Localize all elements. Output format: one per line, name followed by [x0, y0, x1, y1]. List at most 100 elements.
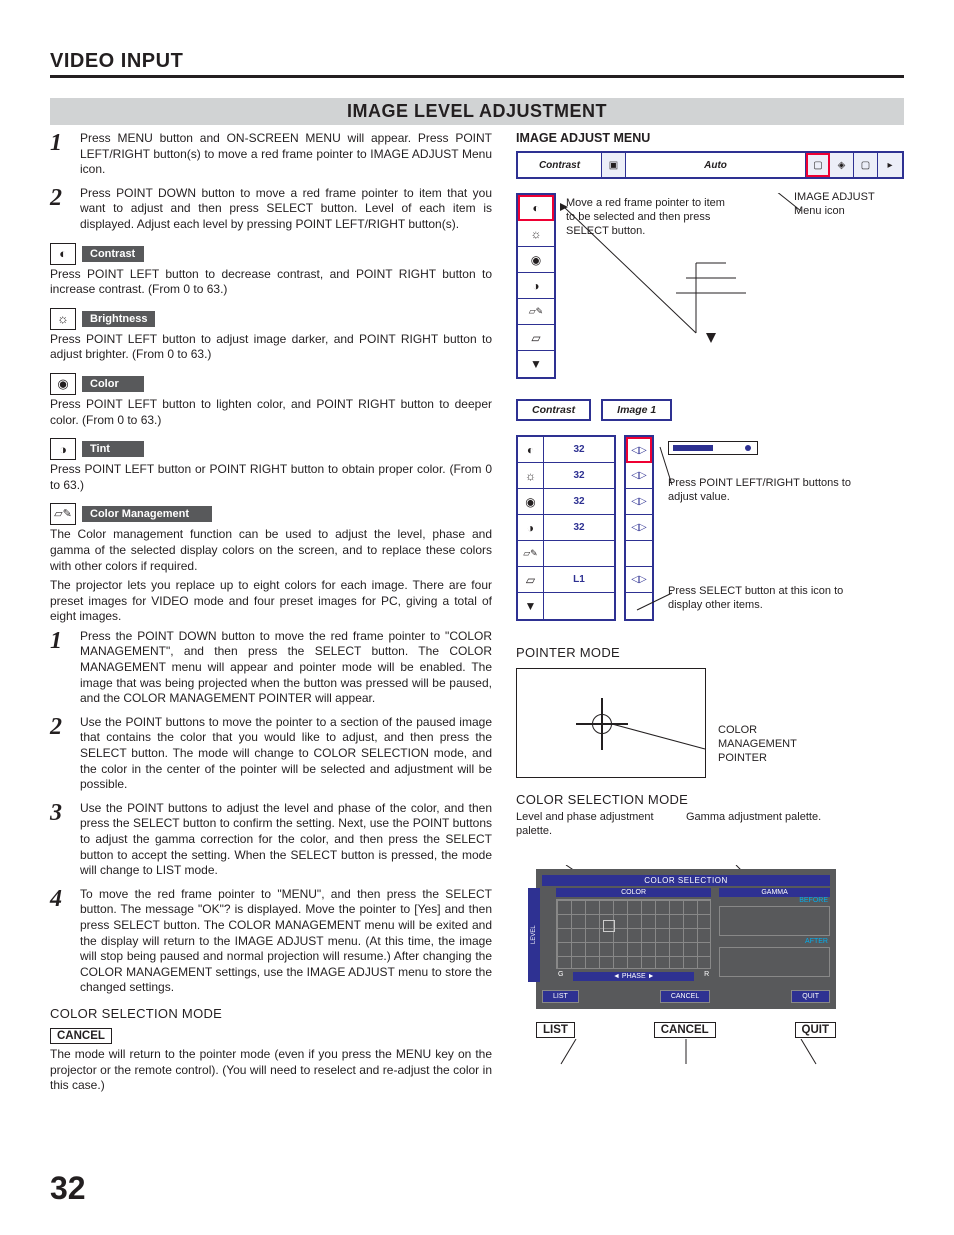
- param-label: Brightness: [82, 311, 155, 327]
- param-brightness: ☼ Brightness: [50, 308, 492, 330]
- param-desc: Press POINT LEFT button or POINT RIGHT b…: [50, 462, 492, 493]
- pointer-panel: [516, 668, 706, 778]
- param-desc: Press POINT LEFT button to lighten color…: [50, 397, 492, 428]
- param-contrast: ◐ Contrast: [50, 243, 492, 265]
- intro-step: 1 Press MENU button and ON-SCREEN MENU w…: [50, 131, 492, 178]
- param-color: ◉ Color: [50, 373, 492, 395]
- step-text: Press the POINT DOWN button to move the …: [80, 629, 492, 707]
- osd-row-down-icon: ▼: [518, 351, 554, 377]
- cs-level-axis: LEVEL: [528, 888, 540, 982]
- osd-row-cm-icon: ▱✎: [518, 299, 554, 325]
- cs-list-button[interactable]: LIST: [542, 990, 579, 1003]
- crosshair-icon: [582, 704, 622, 744]
- param-desc: Press POINT LEFT button to adjust image …: [50, 332, 492, 363]
- osd-row-contrast-icon: ◐: [518, 195, 554, 221]
- pointer-label: COLOR MANAGEMENT POINTER: [718, 664, 838, 765]
- tint-icon: ◑: [50, 438, 76, 460]
- color-management-icon: ▱✎: [50, 503, 76, 525]
- cs-color-label: COLOR: [556, 888, 711, 897]
- cancel-label-box: CANCEL: [50, 1028, 112, 1044]
- cs-before-swatch: [719, 906, 830, 936]
- brightness-icon: ☼: [50, 308, 76, 330]
- cm-step: 4 To move the red frame pointer to "MENU…: [50, 887, 492, 996]
- contrast-icon: ◐: [50, 243, 76, 265]
- note-select-other: Press SELECT button at this icon to disp…: [668, 585, 868, 613]
- cancel-label-box-right: CANCEL: [654, 1022, 716, 1038]
- step-number: 3: [50, 801, 70, 879]
- left-column: 1 Press MENU button and ON-SCREEN MENU w…: [50, 131, 492, 1098]
- param-label: Tint: [82, 441, 144, 457]
- cs-before-label: BEFORE: [719, 897, 830, 904]
- osd-row-tint-icon: ◑: [518, 273, 554, 299]
- step-number: 1: [50, 629, 70, 707]
- osd-adjust-panel: ◐32 ☼32 ◉32 ◑32 ▱✎ ▱L1 ▼: [516, 435, 616, 621]
- color-selection-mode-heading: COLOR SELECTION MODE: [516, 792, 904, 807]
- color-icon: ◉: [50, 373, 76, 395]
- adj-cm-icon: ▱✎: [518, 541, 544, 566]
- quit-label-box: QUIT: [795, 1022, 836, 1038]
- osd-row-brightness-icon: ☼: [518, 221, 554, 247]
- cs-cancel-button[interactable]: CANCEL: [660, 990, 710, 1003]
- cs-after-swatch: [719, 947, 830, 977]
- osd-screen-icon: ▣: [602, 153, 626, 177]
- page-number: 32: [50, 1170, 86, 1207]
- adj-val: 32: [544, 444, 614, 455]
- slider-indicator: [668, 441, 758, 455]
- intro-step: 2 Press POINT DOWN button to move a red …: [50, 186, 492, 233]
- osd-auto-tab: Auto: [626, 153, 806, 177]
- adj-brightness-icon: ☼: [518, 463, 544, 488]
- section-header: VIDEO INPUT: [50, 50, 904, 78]
- right-column: IMAGE ADJUST MENU Contrast ▣ Auto ▢ ◈ ▢ …: [516, 131, 904, 1098]
- osd-setting-icon: ◈: [830, 153, 854, 177]
- param-tint: ◑ Tint: [50, 438, 492, 460]
- step-number: 1: [50, 131, 70, 178]
- cm-step: 1 Press the POINT DOWN button to move th…: [50, 629, 492, 707]
- color-selection-panel: COLOR SELECTION COLOR LEVEL G ◄ PHASE ► …: [536, 869, 836, 1009]
- level-phase-label: Level and phase adjustment palette.: [516, 811, 656, 839]
- param-color-management: ▱✎ Color Management: [50, 503, 492, 525]
- osd-status-pair: Contrast Image 1: [516, 399, 904, 421]
- osd-row-auto-icon: ▱: [518, 325, 554, 351]
- adj-val: 32: [544, 470, 614, 481]
- cs-level-phase-grid: [556, 899, 711, 969]
- cm-step: 2 Use the POINT buttons to move the poin…: [50, 715, 492, 793]
- param-label: Color Management: [82, 506, 212, 522]
- step-text: To move the red frame pointer to "MENU",…: [80, 887, 492, 996]
- cs-phase-axis: ◄ PHASE ►: [573, 972, 694, 981]
- note-move-pointer: Move a red frame pointer to item to be s…: [566, 197, 726, 238]
- step-text: Press MENU button and ON-SCREEN MENU wil…: [80, 131, 492, 178]
- cs-r: R: [704, 971, 709, 982]
- osd-tag-contrast: Contrast: [516, 399, 591, 421]
- osd-item-column: ◐ ☼ ◉ ◑ ▱✎ ▱ ▼: [516, 193, 556, 379]
- list-label-box: LIST: [536, 1022, 575, 1038]
- cs-title: COLOR SELECTION: [542, 875, 830, 886]
- step-number: 2: [50, 715, 70, 793]
- cm-step: 3 Use the POINT buttons to adjust the le…: [50, 801, 492, 879]
- osd-row-color-icon: ◉: [518, 247, 554, 273]
- adj-auto-icon: ▱: [518, 567, 544, 592]
- adj-val: 32: [544, 496, 614, 507]
- adj-contrast-icon: ◐: [518, 437, 544, 462]
- cs-g: G: [558, 971, 563, 982]
- step-number: 4: [50, 887, 70, 996]
- param-desc: The projector lets you replace up to eig…: [50, 578, 492, 625]
- image-adjust-menu-title: IMAGE ADJUST MENU: [516, 131, 904, 145]
- adj-color-icon: ◉: [518, 489, 544, 514]
- note-adjust-value: Press POINT LEFT/RIGHT buttons to adjust…: [668, 477, 858, 505]
- osd-sound-icon: ▢: [854, 153, 878, 177]
- param-label: Color: [82, 376, 144, 392]
- cs-gamma-label: GAMMA: [719, 888, 830, 897]
- step-text: Use the POINT buttons to move the pointe…: [80, 715, 492, 793]
- osd-contrast-tab: Contrast: [518, 153, 602, 177]
- cs-quit-button[interactable]: QUIT: [791, 990, 830, 1003]
- adj-tint-icon: ◑: [518, 515, 544, 540]
- adj-down-icon: ▼: [518, 593, 544, 619]
- osd-topbar: Contrast ▣ Auto ▢ ◈ ▢ ▸: [516, 151, 904, 179]
- param-desc: Press POINT LEFT button to decrease cont…: [50, 267, 492, 298]
- csm-heading: COLOR SELECTION MODE: [50, 1006, 492, 1021]
- step-number: 2: [50, 186, 70, 233]
- page-title-band: IMAGE LEVEL ADJUSTMENT: [50, 98, 904, 125]
- osd-image-adjust-icon: ▢: [806, 153, 830, 177]
- step-text: Press POINT DOWN button to move a red fr…: [80, 186, 492, 233]
- osd-lr-arrows: ◁▷ ◁▷ ◁▷ ◁▷ ◁▷: [624, 435, 654, 621]
